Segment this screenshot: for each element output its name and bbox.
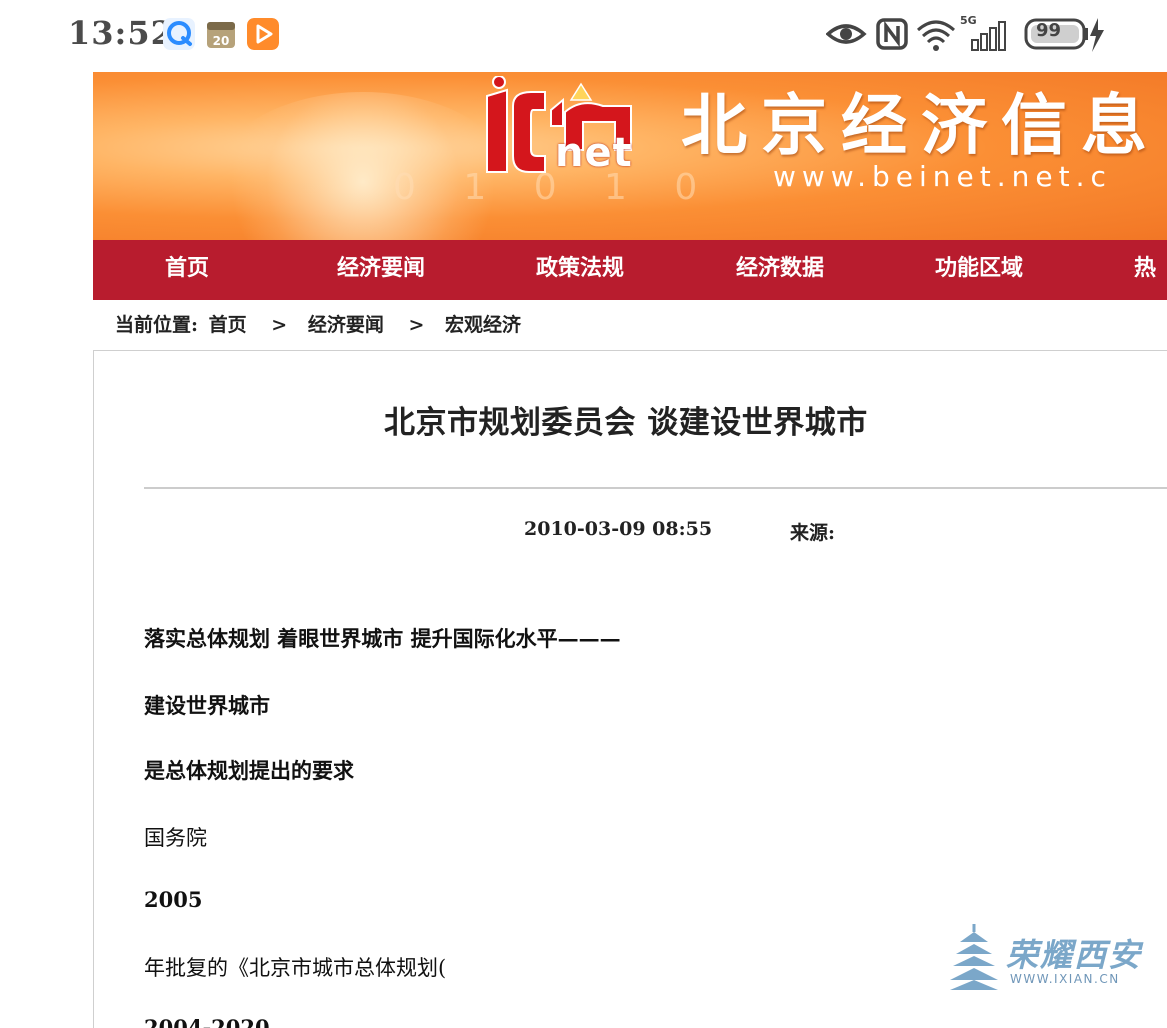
browser-app-icon — [163, 18, 195, 50]
main-nav: 首页 经济要闻 政策法规 经济数据 功能区域 热 — [93, 240, 1167, 300]
article-paragraph: 国务院 — [144, 826, 207, 850]
article-paragraph: 落实总体规划 着眼世界城市 提升国际化水平——— — [144, 626, 621, 651]
wifi-icon — [917, 20, 955, 51]
article-paragraph: 建设世界城市 — [144, 693, 270, 718]
article-paragraph: 2005 — [144, 887, 203, 912]
nav-item-functional-areas[interactable]: 功能区域 — [935, 240, 1023, 300]
article-source-label: 来源: — [790, 522, 836, 544]
calendar-app-icon: 20 — [207, 22, 235, 48]
nfc-icon — [876, 18, 908, 50]
nav-item-economic-news[interactable]: 经济要闻 — [337, 240, 425, 300]
video-app-icon — [247, 18, 279, 50]
article-paragraph: 是总体规划提出的要求 — [144, 758, 354, 783]
nav-item-home[interactable]: 首页 — [165, 240, 209, 300]
site-banner: 0 1 0 1 0 net 北京经济信息 www.beinet.net.c — [93, 72, 1167, 240]
breadcrumb-link-economic-news[interactable]: 经济要闻 — [308, 314, 384, 336]
svg-text:20: 20 — [213, 34, 230, 48]
signal-icon: 5G — [960, 14, 1006, 51]
watermark-text: 荣耀西安 — [1006, 936, 1143, 974]
article-paragraph: 年批复的《北京市城市总体规划( — [144, 956, 447, 980]
site-title: 北京经济信息 — [681, 87, 1161, 164]
watermark-url: WWW.IXIAN.CN — [1010, 972, 1120, 986]
status-bar: 13:52 20 5G 99 — [0, 0, 1167, 70]
nav-item-hot[interactable]: 热 — [1134, 240, 1156, 300]
article-title: 北京市规划委员会 谈建设世界城市 — [384, 405, 868, 441]
status-time: 13:52 — [68, 14, 174, 52]
title-divider — [144, 487, 1167, 489]
breadcrumb-link-home[interactable]: 首页 — [209, 314, 247, 336]
watermark: 荣耀西安 WWW.IXIAN.CN — [948, 920, 1148, 995]
article-paragraph: 2004-2020 — [144, 1015, 270, 1028]
site-url: www.beinet.net.c — [773, 160, 1112, 193]
breadcrumb: 当前位置: 首页 > 经济要闻 > 宏观经济 — [115, 310, 525, 337]
system-status-icons: 5G — [826, 14, 1104, 52]
breadcrumb-separator: > — [271, 314, 288, 336]
nav-item-policy[interactable]: 政策法规 — [536, 240, 624, 300]
eye-icon — [826, 24, 867, 44]
nav-item-economic-data[interactable]: 经济数据 — [736, 240, 824, 300]
battery-level: 99 — [1036, 20, 1062, 41]
banner-glow — [213, 92, 513, 240]
logo-net-text: net — [555, 130, 633, 176]
breadcrumb-label: 当前位置: — [115, 314, 199, 336]
breadcrumb-link-macro-economy[interactable]: 宏观经济 — [445, 314, 521, 336]
svg-text:5G: 5G — [960, 14, 977, 27]
breadcrumb-separator: > — [408, 314, 425, 336]
pagoda-icon — [950, 924, 998, 990]
article-date: 2010-03-09 08:55 — [524, 518, 713, 540]
